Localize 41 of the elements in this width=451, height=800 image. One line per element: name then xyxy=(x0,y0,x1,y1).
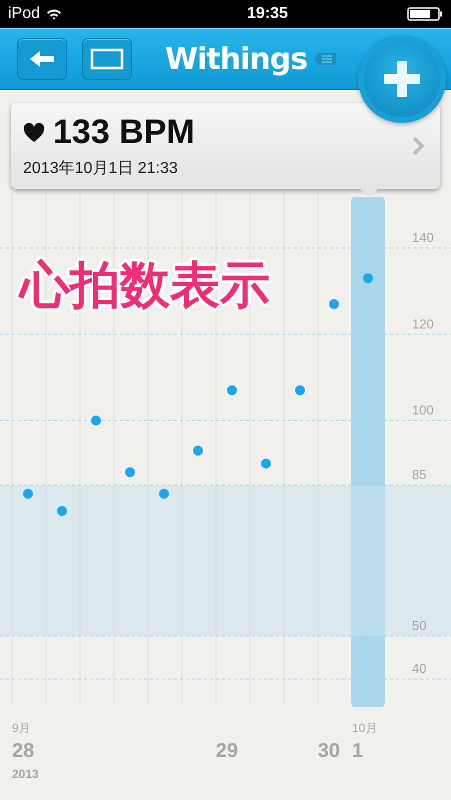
y-axis-label: 50 xyxy=(412,618,426,634)
day-label: 29 xyxy=(216,740,238,762)
battery-icon xyxy=(406,7,443,21)
data-point[interactable] xyxy=(227,385,237,396)
day-label: 30 xyxy=(318,740,340,762)
arrow-left-icon xyxy=(28,49,56,69)
y-axis-label: 85 xyxy=(412,467,426,482)
chevron-right-icon xyxy=(412,136,424,156)
data-point[interactable] xyxy=(91,415,101,426)
wifi-icon xyxy=(46,8,62,20)
rectangle-icon xyxy=(90,47,124,71)
heart-icon xyxy=(23,122,45,142)
data-point[interactable] xyxy=(193,446,203,456)
data-point[interactable] xyxy=(329,299,339,310)
data-point[interactable] xyxy=(159,488,169,499)
y-axis-label: 140 xyxy=(412,230,434,246)
device-name: iPod xyxy=(8,5,40,23)
day-label: 1 xyxy=(352,740,364,762)
app-title: Withings xyxy=(165,42,308,76)
heart-rate-value: 133 BPM xyxy=(53,113,195,152)
year-label: 2013 xyxy=(12,767,39,781)
y-axis-label: 100 xyxy=(412,402,434,418)
status-time: 19:35 xyxy=(247,5,288,23)
y-axis-label: 40 xyxy=(412,661,426,676)
y-axis-label: 120 xyxy=(412,316,434,332)
data-point[interactable] xyxy=(23,488,33,499)
list-icon[interactable] xyxy=(314,51,338,67)
month-label: 9月 xyxy=(12,721,31,735)
add-button[interactable] xyxy=(358,35,446,123)
caption-text: 心拍数表示 xyxy=(20,255,270,316)
month-label: 10月 xyxy=(352,721,378,735)
reading-datetime: 2013年10月1日 21:33 xyxy=(23,159,179,179)
data-point[interactable] xyxy=(57,506,67,516)
data-point[interactable] xyxy=(261,458,271,469)
back-button[interactable] xyxy=(17,38,67,80)
plus-icon xyxy=(382,59,422,99)
data-point[interactable] xyxy=(363,273,373,284)
data-point[interactable] xyxy=(295,385,305,396)
day-label: 28 xyxy=(12,740,34,762)
data-point[interactable] xyxy=(125,467,135,478)
view-button[interactable] xyxy=(82,38,132,80)
